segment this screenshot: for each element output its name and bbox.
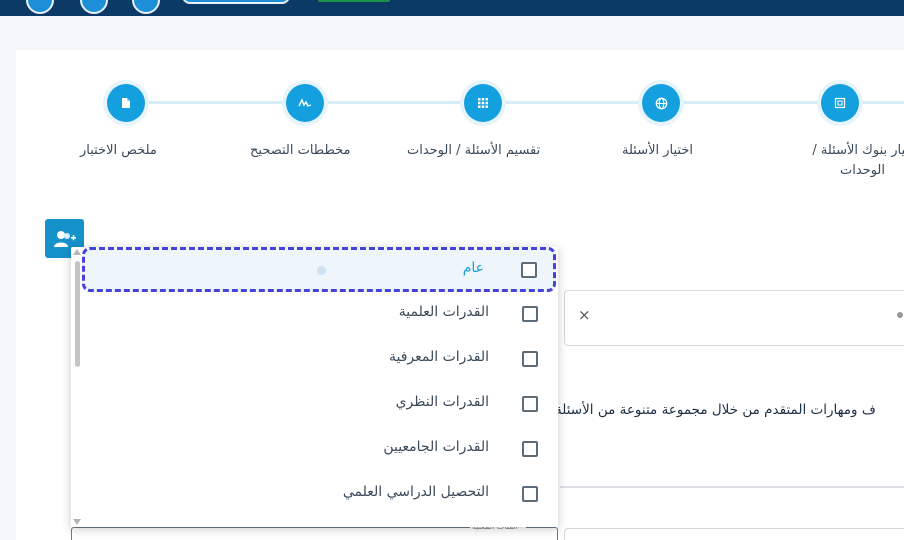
dropdown-scrollbar[interactable] bbox=[71, 247, 83, 527]
stepper-line bbox=[126, 101, 904, 104]
grid-icon bbox=[478, 98, 488, 108]
dropdown-option-cognitive-abilities[interactable]: القدرات المعرفية bbox=[85, 337, 557, 382]
step-banks-label: اختيار بنوك الأسئلة / الوحدات bbox=[781, 143, 904, 178]
scroll-up-arrow-icon[interactable] bbox=[73, 249, 81, 255]
top-navbar bbox=[0, 0, 904, 16]
description-text: ف ومهارات المتقدم من خلال مجموعة متنوعة … bbox=[555, 402, 876, 418]
categories-dropdown: عام القدرات العلمية القدرات المعرفية الق… bbox=[71, 247, 558, 527]
scrollbar-thumb[interactable] bbox=[75, 261, 80, 367]
dropdown-option-university-abilities[interactable]: القدرات الجامعيين bbox=[85, 427, 557, 472]
add-user-icon bbox=[53, 230, 76, 247]
step-grading-button[interactable] bbox=[286, 84, 324, 122]
step-banks-button[interactable] bbox=[821, 84, 859, 122]
scroll-down-arrow-icon[interactable] bbox=[73, 519, 81, 525]
selected-field-input[interactable] bbox=[564, 290, 904, 346]
step-summary-label: ملخص الاختبار bbox=[80, 143, 157, 158]
step-banks-label-line2: الوحدات bbox=[840, 163, 885, 178]
globe-icon bbox=[655, 97, 667, 109]
option-label: القدرات العلمية bbox=[398, 304, 489, 320]
option-checkbox[interactable] bbox=[522, 306, 538, 322]
step-split-button[interactable] bbox=[464, 84, 502, 122]
step-split-label: تقسيم الأسئلة / الوحدات bbox=[407, 143, 541, 158]
navbar-pill-button[interactable] bbox=[182, 0, 290, 4]
option-checkbox[interactable] bbox=[522, 441, 538, 457]
signature-icon bbox=[298, 98, 312, 107]
lower-field-input[interactable] bbox=[564, 528, 904, 540]
step-grading-label: مخططات التصحيح bbox=[250, 143, 351, 158]
option-label: عام bbox=[462, 260, 484, 276]
step-questions-button[interactable] bbox=[642, 84, 680, 122]
option-checkbox[interactable] bbox=[522, 351, 538, 367]
clear-icon[interactable]: × bbox=[578, 306, 591, 324]
option-label: التحصيل الدراسي العلمي bbox=[342, 484, 489, 500]
dropdown-option-scientific-achievement[interactable]: التحصيل الدراسي العلمي bbox=[85, 472, 557, 517]
navbar-icon-button[interactable] bbox=[132, 0, 160, 14]
option-checkbox[interactable] bbox=[522, 396, 538, 412]
step-summary-button[interactable] bbox=[107, 84, 145, 122]
bank-icon bbox=[834, 97, 846, 109]
step-banks-label-line1: اختيار بنوك الأسئلة / bbox=[812, 143, 904, 158]
option-label: القدرات النظري bbox=[395, 394, 489, 410]
option-checkbox[interactable] bbox=[521, 262, 537, 278]
navbar-status-indicator bbox=[318, 0, 390, 2]
dropdown-option-theoretical-abilities[interactable]: القدرات النظري bbox=[85, 382, 557, 427]
option-label: القدرات المعرفية bbox=[388, 349, 489, 365]
navbar-icon-button[interactable] bbox=[80, 0, 108, 14]
hover-ripple-dot bbox=[317, 266, 326, 275]
step-questions-label: اختيار الأسئلة bbox=[622, 143, 693, 158]
description-field-border bbox=[560, 486, 904, 488]
option-label: القدرات الجامعيين bbox=[383, 439, 489, 455]
navbar-icon-button[interactable] bbox=[26, 0, 54, 14]
dropdown-option-general[interactable]: عام bbox=[82, 247, 556, 292]
option-checkbox[interactable] bbox=[522, 486, 538, 502]
document-icon bbox=[122, 98, 130, 108]
dropdown-option-scientific-abilities[interactable]: القدرات العلمية bbox=[85, 292, 557, 337]
field-value-fragment bbox=[897, 312, 903, 318]
